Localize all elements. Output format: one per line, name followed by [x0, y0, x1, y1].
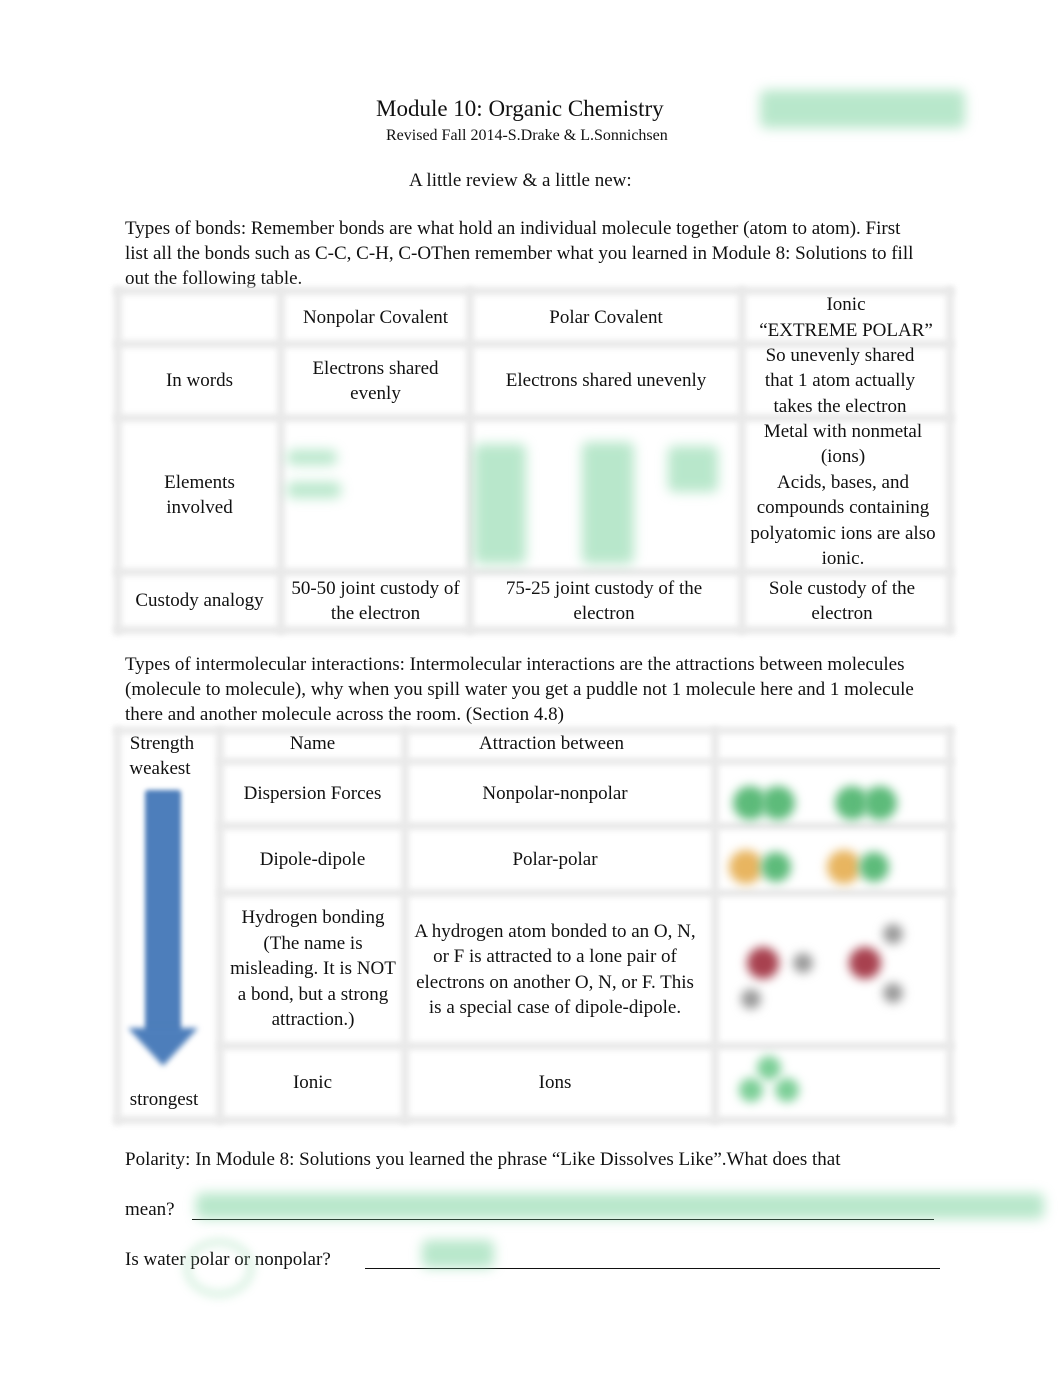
partial-negative-atom-icon: [761, 852, 791, 882]
custody-polar: 75-25 joint custody of the electron: [505, 577, 703, 625]
imf-name-ionic: Ionic: [292, 1072, 333, 1094]
handwritten-answer-blurred: [582, 442, 634, 564]
polarity-question-line1: Polarity: In Module 8: Solutions you lea…: [125, 1149, 841, 1170]
imf-attraction-ionic: Ions: [538, 1072, 572, 1094]
imf-attraction-dipole: Polar-polar: [512, 848, 598, 870]
handwritten-answer-blurred: [287, 482, 341, 498]
in-words-polar: Electrons shared unevenly: [505, 370, 707, 392]
partial-positive-atom-icon: [729, 850, 763, 884]
oxygen-atom-icon: [849, 947, 881, 979]
header-nonpolar-covalent: Nonpolar Covalent: [302, 306, 449, 328]
ion-icon: [739, 1078, 763, 1102]
water-polarity-answer-field[interactable]: [365, 1268, 940, 1269]
ion-icon: [757, 1056, 781, 1080]
strength-weakest-label: weakest: [129, 758, 191, 780]
imf-name-hydrogen-bonding: Hydrogen bonding (The name is misleading…: [230, 907, 396, 1031]
in-words-nonpolar: Electrons shared evenly: [312, 357, 439, 405]
nonpolar-molecules-illustration: [719, 765, 946, 822]
ion-icon: [775, 1078, 799, 1102]
imf-name-dispersion: Dispersion Forces: [243, 782, 382, 804]
elements-nonpolar-answer: [285, 422, 466, 568]
page-title-text: Module 10: Organic Chemistry: [376, 96, 664, 121]
ionic-lattice-illustration: [719, 1050, 946, 1116]
header-ionic: Ionic “EXTREME POLAR”: [759, 294, 933, 341]
polarity-question-line2: mean?: [125, 1199, 175, 1220]
bonds-paragraph: Types of bonds: Remember bonds are what …: [125, 218, 914, 289]
imf-attraction-hydrogen-bonding: A hydrogen atom bonded to an O, N, or F …: [414, 920, 696, 1019]
header-illustration: [719, 731, 946, 757]
elements-polar-answer: [474, 422, 738, 568]
hydrogen-atom-icon: [741, 989, 761, 1009]
handwritten-name-blurred: [760, 90, 965, 128]
hydrogen-atom-icon: [793, 953, 813, 973]
handwritten-circle-blurred: [185, 1240, 253, 1296]
row-label-elements-involved: Elements involved: [164, 471, 235, 519]
imf-name-dipole: Dipole-dipole: [259, 848, 366, 870]
page-subtitle: Revised Fall 2014-S.Drake & L.Sonnichsen: [386, 127, 668, 144]
elements-ionic: Metal with nonmetal (ions) Acids, bases,…: [750, 420, 936, 570]
intro-heading: A little review & a little new:: [409, 170, 632, 191]
custody-ionic: Sole custody of the electron: [768, 577, 916, 625]
in-words-ionic: So unevenly shared that 1 atom actually …: [764, 344, 916, 417]
nonpolar-atom-icon: [863, 786, 897, 820]
oxygen-atom-icon: [747, 947, 779, 979]
like-dissolves-like-answer-field[interactable]: [192, 1219, 934, 1220]
handwritten-answer-blurred: [287, 450, 337, 465]
strength-strongest-label: strongest: [129, 1089, 199, 1111]
custody-nonpolar: 50-50 joint custody of the electron: [291, 577, 460, 625]
hydrogen-atom-icon: [883, 924, 903, 944]
header-strength: Strength: [129, 733, 195, 755]
nonpolar-atom-icon: [761, 786, 795, 820]
row-label-custody-analogy: Custody analogy: [135, 590, 264, 612]
handwritten-answer-blurred: [196, 1193, 1044, 1219]
hydrogen-atom-icon: [883, 983, 903, 1003]
imf-paragraph: Types of intermolecular interactions: In…: [125, 654, 914, 725]
handwritten-answer-blurred: [474, 444, 526, 564]
row-label-in-words: In words: [165, 370, 234, 392]
handwritten-answer-blurred: [668, 446, 718, 492]
header-cell-empty: [122, 295, 277, 340]
polar-molecules-illustration: [719, 830, 946, 889]
arrow-down-icon: [128, 1028, 198, 1066]
handwritten-answer-blurred: [422, 1240, 494, 1268]
strength-arrow-shaft: [145, 790, 181, 1035]
header-attraction-between: Attraction between: [478, 733, 625, 755]
header-polar-covalent: Polar Covalent: [549, 306, 663, 328]
header-name: Name: [289, 733, 336, 755]
imf-attraction-dispersion: Nonpolar-nonpolar: [482, 782, 628, 804]
hydrogen-bond-illustration: [719, 897, 946, 1042]
partial-negative-atom-icon: [859, 852, 889, 882]
partial-positive-atom-icon: [827, 850, 861, 884]
